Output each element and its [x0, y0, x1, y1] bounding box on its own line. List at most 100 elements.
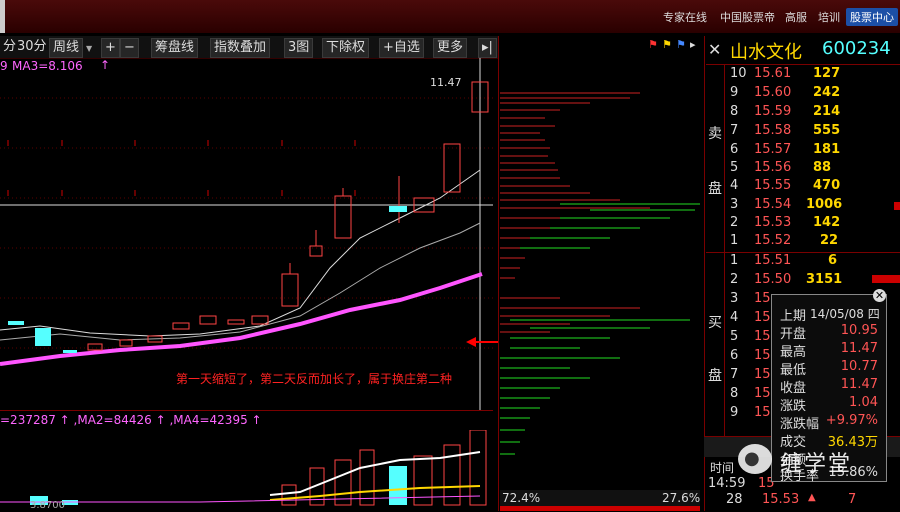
- buy-label-2: 盘: [708, 368, 722, 384]
- ask-idx: 9: [730, 85, 739, 100]
- tick-dir: ▲: [808, 492, 816, 503]
- watermark-text: 缠学堂: [780, 452, 853, 477]
- ask-price: 15.59: [754, 104, 792, 119]
- tick-price: 15.53: [762, 492, 800, 507]
- weekly-dropdown-icon[interactable]: ▼: [86, 44, 92, 53]
- top-link-service[interactable]: 高服: [785, 9, 807, 25]
- ask-price: 15.58: [754, 123, 792, 138]
- top-link-center[interactable]: 股票中心: [846, 8, 898, 26]
- annotation-text: 第一天缩短了，第二天反而加长了，属于换庄第二种: [176, 372, 453, 386]
- wechat-bubble-icon: ●: [744, 448, 760, 469]
- bid-vol: 3151: [806, 272, 843, 287]
- ask-price: 15.60: [754, 85, 792, 100]
- ask-vol: 181: [813, 142, 841, 157]
- popup-value: 14/05/08 四: [810, 307, 880, 321]
- popup-row: 开盘 10.95: [780, 323, 878, 342]
- bid-price: 15: [754, 329, 771, 344]
- more-button[interactable]: 更多: [433, 38, 468, 58]
- stock-name: 山水文化: [730, 42, 802, 63]
- popup-close-icon[interactable]: ✕: [873, 289, 886, 302]
- ask-idx: 4: [730, 178, 739, 193]
- bid-price: 15: [754, 405, 771, 420]
- popup-value: 11.47: [840, 341, 878, 356]
- ask-price: 15.53: [754, 215, 792, 230]
- zoom-out-button[interactable]: −: [120, 38, 139, 58]
- ask-vol: 127: [813, 66, 841, 81]
- ask-idx: 8: [730, 104, 739, 119]
- bid-idx: 1: [730, 253, 739, 268]
- ask-idx: 10: [730, 66, 747, 81]
- bid-price: 15: [754, 367, 771, 382]
- zoom-in-button[interactable]: +: [101, 38, 120, 58]
- ask-vol: 555: [813, 123, 841, 138]
- ex-right-button[interactable]: 下除权: [322, 38, 370, 58]
- sell-label-1: 卖: [708, 126, 722, 142]
- bid-idx: 2: [730, 272, 739, 287]
- ask-volume-bar: [894, 202, 900, 210]
- top-link-expert[interactable]: 专家在线: [663, 9, 707, 25]
- bid-price: 15: [754, 310, 771, 325]
- ask-idx: 3: [730, 197, 739, 212]
- bid-idx: 4: [730, 310, 739, 325]
- popup-label: 最高: [780, 345, 807, 360]
- popup-value: 10.95: [840, 323, 878, 338]
- chip-right-pct: 27.6%: [662, 491, 701, 505]
- chip-bottom-bar: [500, 506, 700, 511]
- ask-price: 15.54: [754, 197, 792, 212]
- bid-price: 15: [754, 386, 771, 401]
- stock-code: 600234: [822, 38, 891, 59]
- ma-gray-line: [0, 222, 481, 341]
- popup-label: 最低: [780, 363, 807, 378]
- popup-label: 收盘: [780, 381, 807, 396]
- popup-row: 收盘 11.47: [780, 377, 878, 396]
- popup-label: 涨跌: [780, 399, 807, 414]
- chip-arrow-icon[interactable]: ▸: [690, 38, 696, 51]
- ask-price: 15.57: [754, 142, 792, 157]
- popup-row: 上期 14/05/08 四: [780, 305, 880, 324]
- bid-idx: 8: [730, 386, 739, 401]
- ma-white-line: [0, 169, 481, 337]
- ask-idx: 6: [730, 142, 739, 157]
- ask-vol: 88: [813, 160, 832, 175]
- chip-flag-blue-icon[interactable]: ⚑: [676, 38, 686, 51]
- ask-price: 15.56: [754, 160, 792, 175]
- weekly-button[interactable]: 周线: [49, 38, 84, 58]
- ask-vol: 142: [813, 215, 841, 230]
- add-favorite-button[interactable]: +自选: [379, 38, 424, 58]
- top-link-training[interactable]: 培训: [818, 9, 840, 25]
- period-30min-button[interactable]: 30分: [14, 38, 50, 56]
- popup-row: 最高 11.47: [780, 341, 878, 360]
- ask-idx: 2: [730, 215, 739, 230]
- volume-bottom-label: 3.8700: [30, 500, 65, 511]
- ask-price: 15.61: [754, 66, 792, 81]
- sell-label-2: 盘: [708, 181, 722, 197]
- volume-chart[interactable]: [0, 430, 493, 511]
- bid-volume-bar: [872, 275, 900, 283]
- popup-label: 开盘: [780, 327, 807, 342]
- stock-close-icon[interactable]: ✕: [708, 40, 721, 59]
- ask-vol: 470: [813, 178, 841, 193]
- chip-flag-yellow-icon[interactable]: ⚑: [662, 38, 672, 51]
- ask-vol: 214: [813, 104, 841, 119]
- popup-value: 1.04: [849, 395, 878, 410]
- top-link-stocks[interactable]: 中国股票帝: [720, 9, 775, 25]
- ask-vol: 242: [813, 85, 841, 100]
- ask-price: 15.52: [754, 233, 792, 248]
- three-chart-button[interactable]: 3图: [284, 38, 314, 58]
- ask-idx: 5: [730, 160, 739, 175]
- chip-flag-red-icon[interactable]: ⚑: [648, 38, 658, 51]
- ask-idx: 1: [730, 233, 739, 248]
- expand-panel-button[interactable]: ▸|: [478, 38, 497, 58]
- quote-side-divider: [724, 64, 725, 436]
- tick-time: 28: [726, 492, 743, 507]
- bid-idx: 9: [730, 405, 739, 420]
- bid-price: 15.51: [754, 253, 792, 268]
- buy-label-1: 买: [708, 315, 722, 331]
- chips-line-button[interactable]: 筹盘线: [151, 38, 199, 58]
- kline-chart[interactable]: [0, 58, 498, 410]
- ask-vol: 22: [820, 233, 839, 248]
- index-overlay-button[interactable]: 指数叠加: [210, 38, 271, 58]
- bid-vol: 6: [828, 253, 838, 268]
- tick-time: 14:59: [708, 476, 746, 491]
- quote-divider-top: [706, 64, 900, 65]
